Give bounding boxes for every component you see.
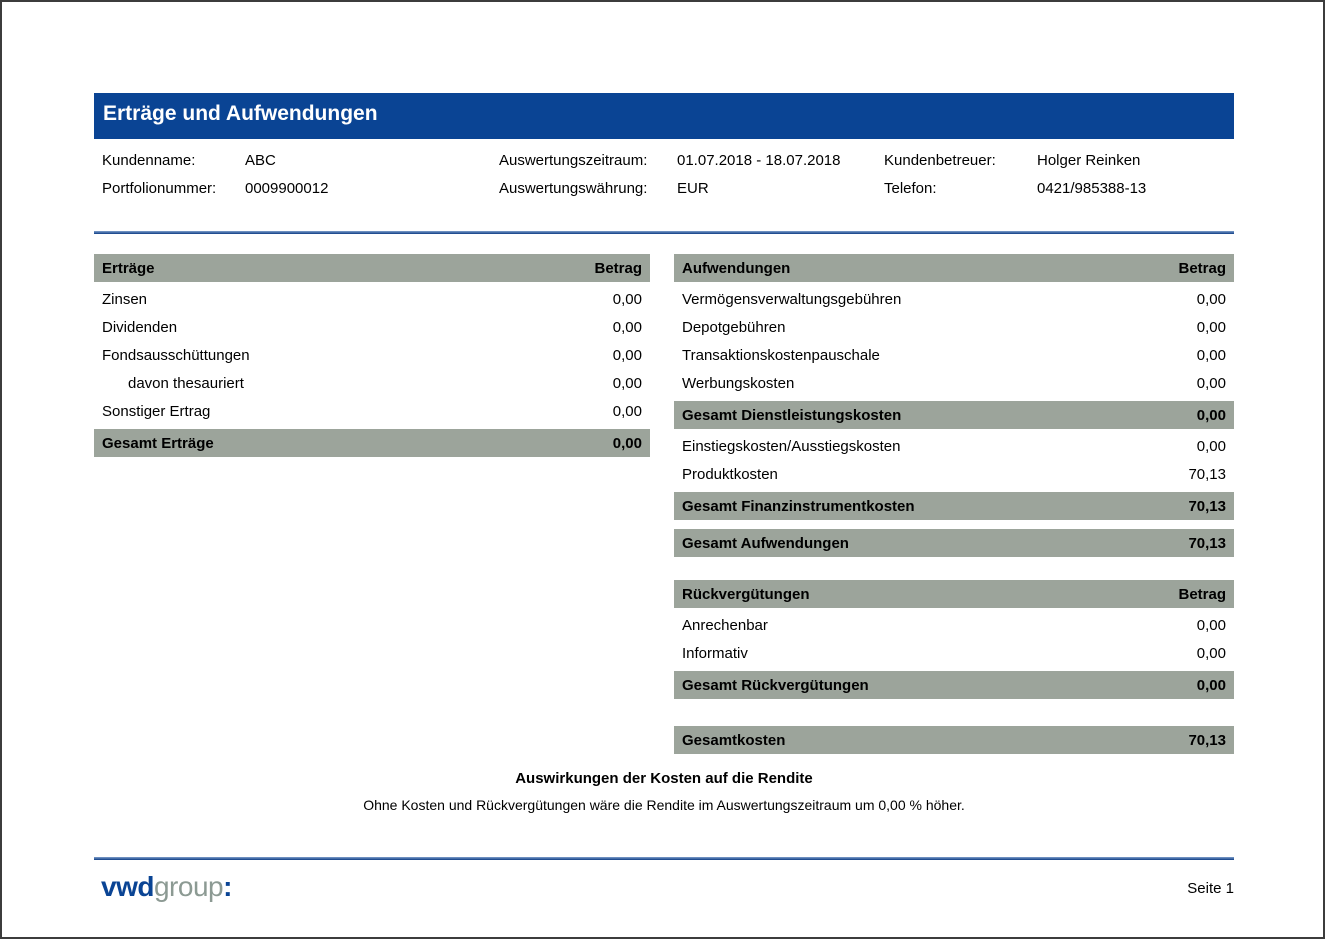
row-label: Vermögensverwaltungsgebühren — [682, 291, 901, 308]
table-row-total: Gesamt Finanzinstrumentkosten 70,13 — [674, 492, 1234, 520]
row-label: Sonstiger Ertrag — [102, 403, 210, 420]
table-row-data: Fondsausschüttungen 0,00 — [94, 341, 650, 369]
row-value: 0,00 — [613, 435, 642, 452]
row-value: 0,00 — [1197, 319, 1226, 336]
table-row-total: Gesamt Erträge 0,00 — [94, 429, 650, 457]
row-label: Rückvergütungen — [682, 586, 810, 603]
row-value: 0,00 — [613, 291, 642, 308]
row-label: Fondsausschüttungen — [102, 347, 250, 364]
table-row-header: Rückvergütungen Betrag — [674, 580, 1234, 608]
row-label: Einstiegskosten/Ausstiegskosten — [682, 438, 900, 455]
row-label: Informativ — [682, 645, 748, 662]
row-label: Gesamt Aufwendungen — [682, 535, 849, 552]
row-label: Depotgebühren — [682, 319, 785, 336]
row-value: 0,00 — [1197, 645, 1226, 662]
row-label: Gesamt Rückvergütungen — [682, 677, 869, 694]
row-value: 70,13 — [1188, 732, 1226, 749]
row-label: davon thesauriert — [102, 375, 244, 392]
row-label: Aufwendungen — [682, 260, 790, 277]
kundenname-label: Kundenname: — [102, 150, 195, 172]
row-value: 0,00 — [613, 403, 642, 420]
row-value: 0,00 — [1197, 347, 1226, 364]
auswertungszeitraum-label: Auswertungszeitraum: — [499, 150, 647, 172]
table-row-header: Aufwendungen Betrag — [674, 254, 1234, 282]
row-label: Erträge — [102, 260, 155, 277]
row-label: Dividenden — [102, 319, 177, 336]
table-row-total: Gesamt Dienstleistungskosten 0,00 — [674, 401, 1234, 429]
row-value: 0,00 — [1197, 291, 1226, 308]
row-value: 70,13 — [1188, 498, 1226, 515]
row-value: 0,00 — [1197, 617, 1226, 634]
kundenbetreuer-value: Holger Reinken — [1037, 150, 1140, 172]
table-row-total: Gesamt Rückvergütungen 0,00 — [674, 671, 1234, 699]
gesamtkosten-row: Gesamtkosten 70,13 — [674, 722, 1234, 757]
table-row-data: Dividenden 0,00 — [94, 313, 650, 341]
kundenbetreuer-label: Kundenbetreuer: — [884, 150, 996, 172]
rueckverguetungen-table: RückvergütungenBetragAnrechenbar0,00Info… — [674, 580, 1234, 702]
table-row-data: Werbungskosten 0,00 — [674, 369, 1234, 397]
portfolionummer-label: Portfolionummer: — [102, 178, 216, 200]
page-number: Seite 1 — [94, 880, 1234, 897]
table-row-data: Einstiegskosten/Ausstiegskosten 0,00 — [674, 432, 1234, 460]
report-title-bar: Erträge und Aufwendungen — [94, 93, 1234, 139]
auswertungswaehrung-value: EUR — [677, 178, 709, 200]
row-label: Anrechenbar — [682, 617, 768, 634]
table-row-data: Produktkosten 70,13 — [674, 460, 1234, 488]
kundenname-value: ABC — [245, 150, 276, 172]
telefon-label: Telefon: — [884, 178, 937, 200]
telefon-value: 0421/985388-13 — [1037, 178, 1146, 200]
auswertungswaehrung-label: Auswertungswährung: — [499, 178, 647, 200]
auswertungszeitraum-value: 01.07.2018 - 18.07.2018 — [677, 150, 840, 172]
page-title: Erträge und Aufwendungen — [103, 102, 378, 125]
table-row-data: Anrechenbar 0,00 — [674, 611, 1234, 639]
row-label: Transaktionskostenpauschale — [682, 347, 880, 364]
row-value: 0,00 — [1197, 438, 1226, 455]
header-separator-line — [94, 231, 1234, 234]
row-label: Gesamt Dienstleistungskosten — [682, 407, 901, 424]
row-label: Werbungskosten — [682, 375, 794, 392]
row-value: Betrag — [594, 260, 642, 277]
row-label: Gesamt Finanzinstrumentkosten — [682, 498, 915, 515]
row-label: Gesamtkosten — [682, 732, 785, 749]
footnote-text: Ohne Kosten und Rückvergütungen wäre die… — [94, 797, 1234, 813]
table-row-total: Gesamt Aufwendungen 70,13 — [674, 529, 1234, 557]
report-page: { "page": { "title": "Erträge und Aufwen… — [0, 0, 1325, 939]
row-label: Zinsen — [102, 291, 147, 308]
portfolionummer-value: 0009900012 — [245, 178, 328, 200]
table-row-data: Vermögensverwaltungsgebühren 0,00 — [674, 285, 1234, 313]
row-value: 0,00 — [1197, 375, 1226, 392]
row-value: 0,00 — [1197, 677, 1226, 694]
row-value: 70,13 — [1188, 535, 1226, 552]
row-value: Betrag — [1178, 586, 1226, 603]
table-row-data: Transaktionskostenpauschale 0,00 — [674, 341, 1234, 369]
gesamt-aufwendungen-row: Gesamt Aufwendungen 70,13 — [674, 525, 1234, 560]
row-value: 0,00 — [613, 375, 642, 392]
row-value: 0,00 — [613, 347, 642, 364]
table-row-data: Zinsen 0,00 — [94, 285, 650, 313]
footer-separator-line — [94, 857, 1234, 860]
table-row-data: Depotgebühren 0,00 — [674, 313, 1234, 341]
table-row-data: davon thesauriert 0,00 — [94, 369, 650, 397]
aufwendungen-table: Aufwendungen Betrag Vermögensverwaltungsge… — [674, 254, 1234, 523]
table-row-data: Sonstiger Ertrag 0,00 — [94, 397, 650, 425]
row-value: 0,00 — [613, 319, 642, 336]
table-row-total: Gesamtkosten 70,13 — [674, 726, 1234, 754]
table-row-data: Informativ 0,00 — [674, 639, 1234, 667]
row-value: Betrag — [1178, 260, 1226, 277]
footnote-title: Auswirkungen der Kosten auf die Rendite — [94, 770, 1234, 787]
row-label: Gesamt Erträge — [102, 435, 214, 452]
table-row-header: Erträge Betrag — [94, 254, 650, 282]
row-label: Produktkosten — [682, 466, 778, 483]
row-value: 0,00 — [1197, 407, 1226, 424]
row-value: 70,13 — [1188, 466, 1226, 483]
ertraege-table: ErträgeBetragZinsen0,00Dividenden0,00Fon… — [94, 254, 650, 460]
